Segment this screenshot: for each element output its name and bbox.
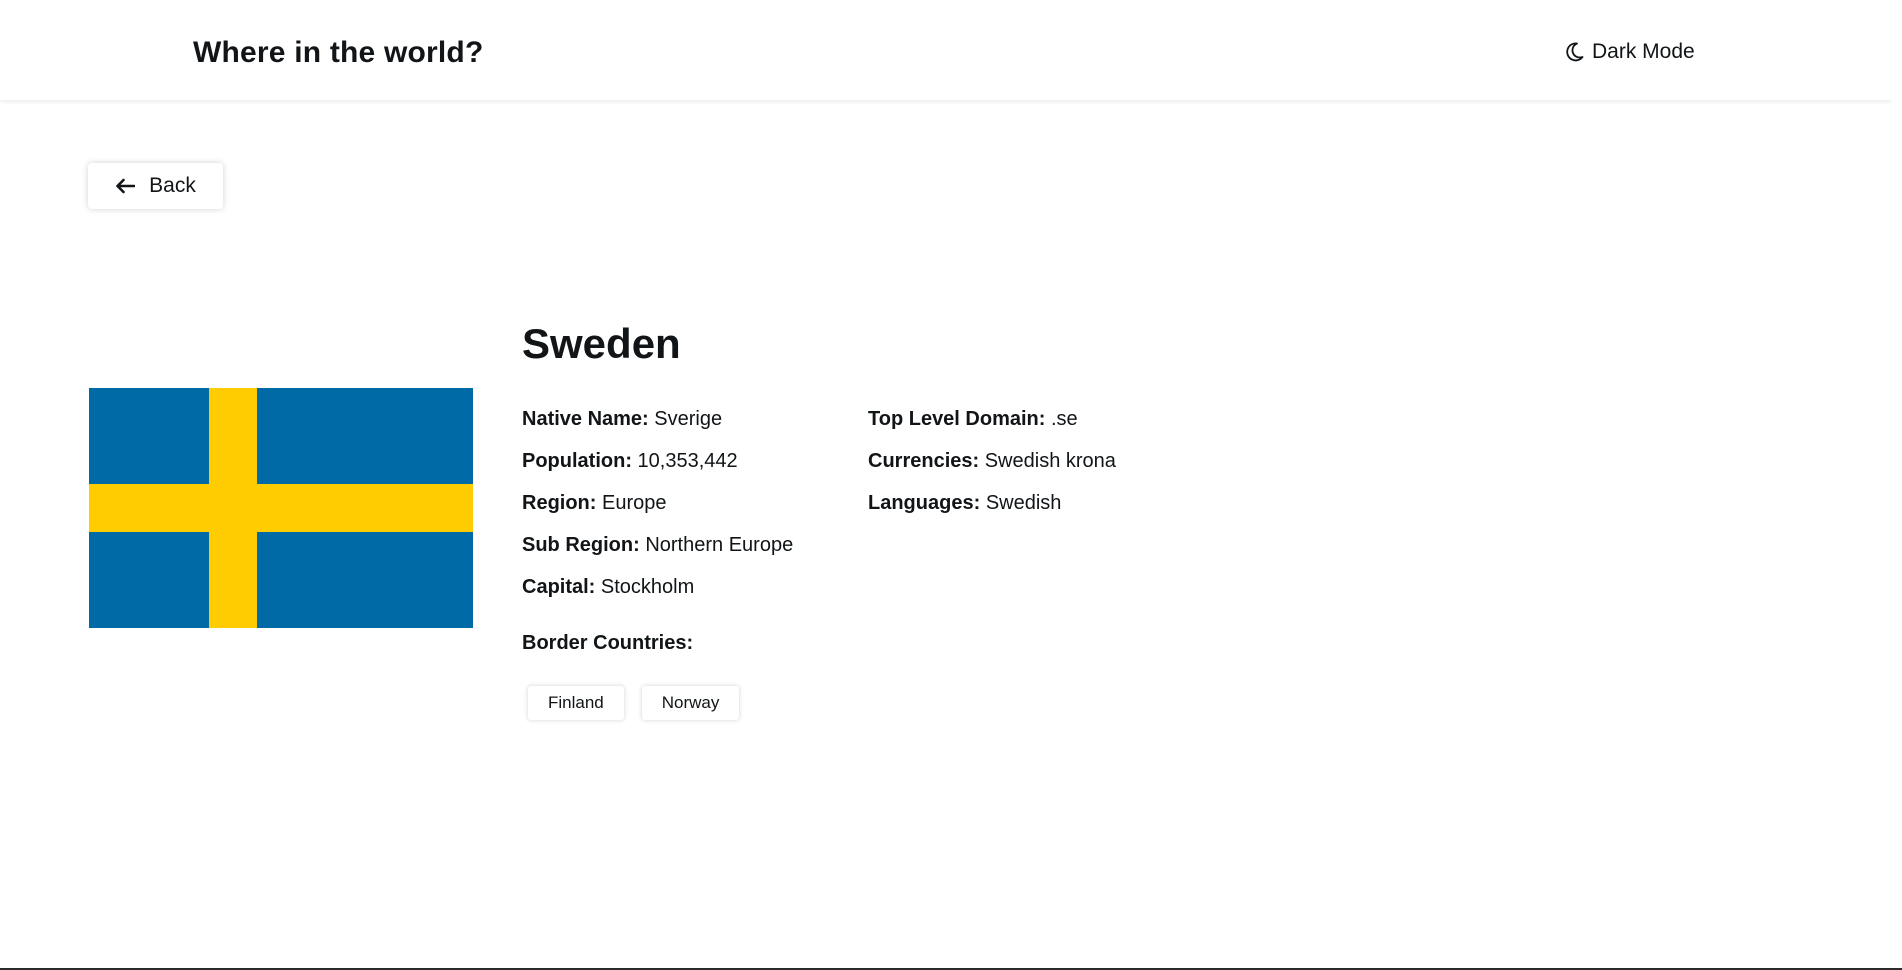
country-name: Sweden [522,320,681,367]
border-country-finland[interactable]: Finland [528,686,624,720]
border-countries-list: Finland Norway [528,686,740,720]
details-column-secondary: Top Level Domain: .se Currencies: Swedis… [868,398,1116,524]
moon-icon [1566,42,1584,62]
detail-population: Population: 10,353,442 [522,450,738,472]
detail-capital: Capital: Stockholm [522,576,695,598]
border-country-norway[interactable]: Norway [641,686,740,720]
page: Where in the world? Dark Mode Back Swede… [0,0,1892,968]
back-button[interactable]: Back [88,163,223,209]
country-flag [89,388,473,628]
app-title: Where in the world? [193,36,484,69]
top-header: Where in the world? Dark Mode [0,0,1892,100]
dark-mode-toggle[interactable]: Dark Mode [1566,40,1695,64]
detail-languages: Languages: Swedish [868,492,1062,514]
details-column-primary: Native Name: Sverige Population: 10,353,… [522,398,793,608]
detail-native-name: Native Name: Sverige [522,408,723,430]
dark-mode-label: Dark Mode [1592,40,1695,63]
window-edge [1892,0,1902,968]
detail-sub-region: Sub Region: Northern Europe [522,534,794,556]
arrow-left-icon [115,178,136,194]
detail-currencies: Currencies: Swedish krona [868,450,1116,472]
back-label: Back [149,174,196,197]
border-countries-label: Border Countries: [522,632,694,654]
detail-region: Region: Europe [522,492,667,514]
detail-top-level-domain: Top Level Domain: .se [868,408,1078,430]
